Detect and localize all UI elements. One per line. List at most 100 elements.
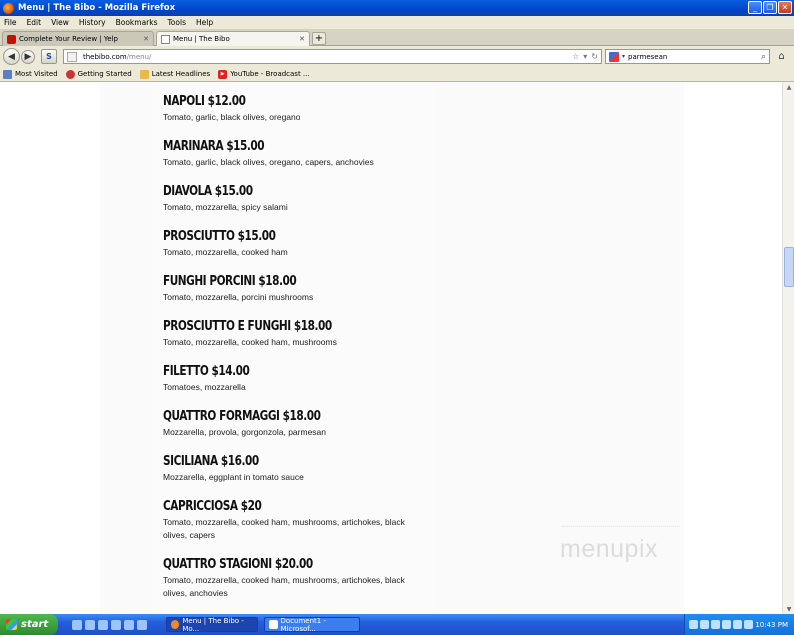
page-favicon-icon [161,34,170,44]
bookmark-youtube[interactable]: ▶ YouTube - Broadcast ... [218,69,310,79]
firefox-icon [171,620,180,629]
most-visited-icon [3,69,12,79]
scroll-up-icon[interactable]: ▲ [784,82,794,92]
watermark-divider [562,526,680,527]
tab-close-icon[interactable]: ✕ [143,35,149,43]
tab-bar: Complete Your Review | Yelp ✕ Menu | The… [0,29,794,46]
tab-label: Complete Your Review | Yelp [19,35,118,43]
menu-item-description: Tomato, garlic, black olives, oregano, c… [163,157,374,167]
menu-item-name: PROSCIUTTO E FUNGHI $18.00 [163,318,332,334]
new-tab-button[interactable]: + [312,32,326,45]
menu-item: CAPRICCIOSA $20 Tomato, mozzarella, cooke… [163,498,423,556]
menu-item-name: PROSCIUTTO $15.00 [163,228,276,244]
search-bar[interactable]: ▾ parmesean ⌕ [605,49,770,64]
bookmark-latest-headlines[interactable]: Latest Headlines [139,69,210,79]
quicklaunch-app-icon[interactable] [124,619,134,630]
menu-item: QUATTRO STAGIONI $20.00 Tomato, mozzarell… [163,556,423,614]
url-bar[interactable]: thebibo.com /menu/ ☆ ▾ ↻ [63,49,602,64]
firefox-bookmark-icon [65,69,75,79]
scroll-down-icon[interactable]: ▼ [784,604,794,614]
menu-item: PROSCIUTTO E FUNGHI $18.00 Tomato, mozzar… [163,318,423,363]
menu-file[interactable]: File [4,18,17,27]
clock[interactable]: 10:43 PM [755,621,788,629]
url-path: /menu/ [126,52,152,61]
tray-network-icon[interactable] [700,620,709,629]
vertical-scrollbar[interactable]: ▲ ▼ [782,82,794,614]
quicklaunch-app-icon[interactable] [137,619,147,630]
menu-item-name: QUATTRO STAGIONI $20.00 [163,556,313,572]
navigation-toolbar: ◀ ▶ S thebibo.com /menu/ ☆ ▾ ↻ ▾ parmese… [0,46,794,67]
forward-button[interactable]: ▶ [21,50,35,64]
menu-item: DIAVOLA $15.00 Tomato, mozzarella, spicy … [163,183,423,228]
menu-tools[interactable]: Tools [168,18,186,27]
menu-item-description: Tomato, mozzarella, porcini mushrooms [163,292,314,302]
menu-item-description: Tomato, mozzarella, cooked ham, mushroom… [163,575,405,598]
tab-menu-bibo[interactable]: Menu | The Bibo ✕ [156,31,310,46]
google-engine-icon[interactable] [609,51,619,62]
menu-item-description: Mozzarella, provola, gorgonzola, parmesa… [163,427,327,437]
engine-dropdown-icon[interactable]: ▾ [622,53,625,60]
search-input[interactable]: parmesean [628,53,761,61]
menu-item-name: QUATTRO FORMAGGI $18.00 [163,408,321,424]
menu-item-description: Tomato, mozzarella, cooked ham, mushroom… [163,517,405,540]
tab-yelp-review[interactable]: Complete Your Review | Yelp ✕ [2,31,154,46]
bookmark-getting-started[interactable]: Getting Started [65,69,132,79]
bookmark-most-visited[interactable]: Most Visited [3,69,58,79]
menupix-watermark: menupix [560,535,658,563]
menu-item-name: SICILIANA $16.00 [163,453,259,469]
quicklaunch-app-icon[interactable] [111,619,121,630]
tab-close-icon[interactable]: ✕ [299,35,305,43]
system-tray: 10:43 PM [684,614,794,635]
search-icon[interactable]: ⌕ [761,52,769,62]
menu-bookmarks[interactable]: Bookmarks [116,18,158,27]
maximize-button[interactable]: ❐ [763,1,777,14]
taskbar-item-firefox[interactable]: Menu | The Bibo - Mo... [166,617,258,633]
quicklaunch-app-icon[interactable] [72,619,82,630]
back-arrow-icon: ◀ [8,51,15,62]
window-titlebar[interactable]: Menu | The Bibo - Mozilla Firefox _ ❐ ✕ [0,0,794,16]
tray-volume-icon[interactable] [711,620,720,629]
menu-item-name: FUNGHI PORCINI $18.00 [163,273,297,289]
back-button[interactable]: ◀ [3,48,20,65]
dropdown-arrow-icon[interactable]: ▾ [583,52,587,61]
site-identity-icon [67,51,77,62]
forward-arrow-icon: ▶ [24,52,32,62]
bookmark-star-icon[interactable]: ☆ [572,52,579,61]
tray-app-icon[interactable] [722,620,731,629]
start-label: start [21,619,49,630]
sync-button[interactable]: S [41,49,57,64]
quicklaunch-app-icon[interactable] [85,619,95,630]
reload-icon[interactable]: ↻ [591,52,598,61]
menu-item-name: CAPRICCIOSA $20 [163,498,262,514]
menu-history[interactable]: History [79,18,106,27]
menu-help[interactable]: Help [196,18,213,27]
minimize-button[interactable]: _ [748,1,762,14]
home-button[interactable]: ⌂ [773,49,790,64]
start-button[interactable]: start [0,614,58,635]
menu-bar: File Edit View History Bookmarks Tools H… [0,16,794,29]
s-icon: S [46,52,52,61]
menu-item-name: DIAVOLA $15.00 [163,183,253,199]
youtube-icon: ▶ [218,69,228,79]
menu-view[interactable]: View [51,18,69,27]
menu-item: MARINARA $15.00 Tomato, garlic, black oli… [163,138,423,183]
menu-item-description: Mozzarella, eggplant in tomato sauce [163,472,304,482]
tray-app-icon[interactable] [733,620,742,629]
menu-item-description: Tomato, mozzarella, cooked ham [163,247,288,257]
menu-item-description: Tomato, mozzarella, spicy salami [163,202,288,212]
menu-item: FUNGHI PORCINI $18.00 Tomato, mozzarella,… [163,273,423,318]
scroll-thumb[interactable] [784,247,794,287]
url-host: thebibo.com [83,52,127,61]
tray-shield-icon[interactable] [689,620,698,629]
quicklaunch-app-icon[interactable] [98,619,108,630]
close-button[interactable]: ✕ [778,1,792,14]
menu-edit[interactable]: Edit [27,18,42,27]
menu-item: FILETTO $14.00 Tomatoes, mozzarella [163,363,423,408]
tray-app-icon[interactable] [744,620,753,629]
page-viewport[interactable]: NAPOLI $12.00 Tomato, garlic, black olive… [0,82,782,614]
quick-launch [72,619,147,630]
menu-item-name: NAPOLI $12.00 [163,93,246,109]
menu-item: QUATTRO FORMAGGI $18.00 Mozzarella, provo… [163,408,423,453]
menu-item-description: Tomatoes, mozzarella [163,382,246,392]
taskbar-item-word[interactable]: Document1 - Microsof... [264,617,360,633]
